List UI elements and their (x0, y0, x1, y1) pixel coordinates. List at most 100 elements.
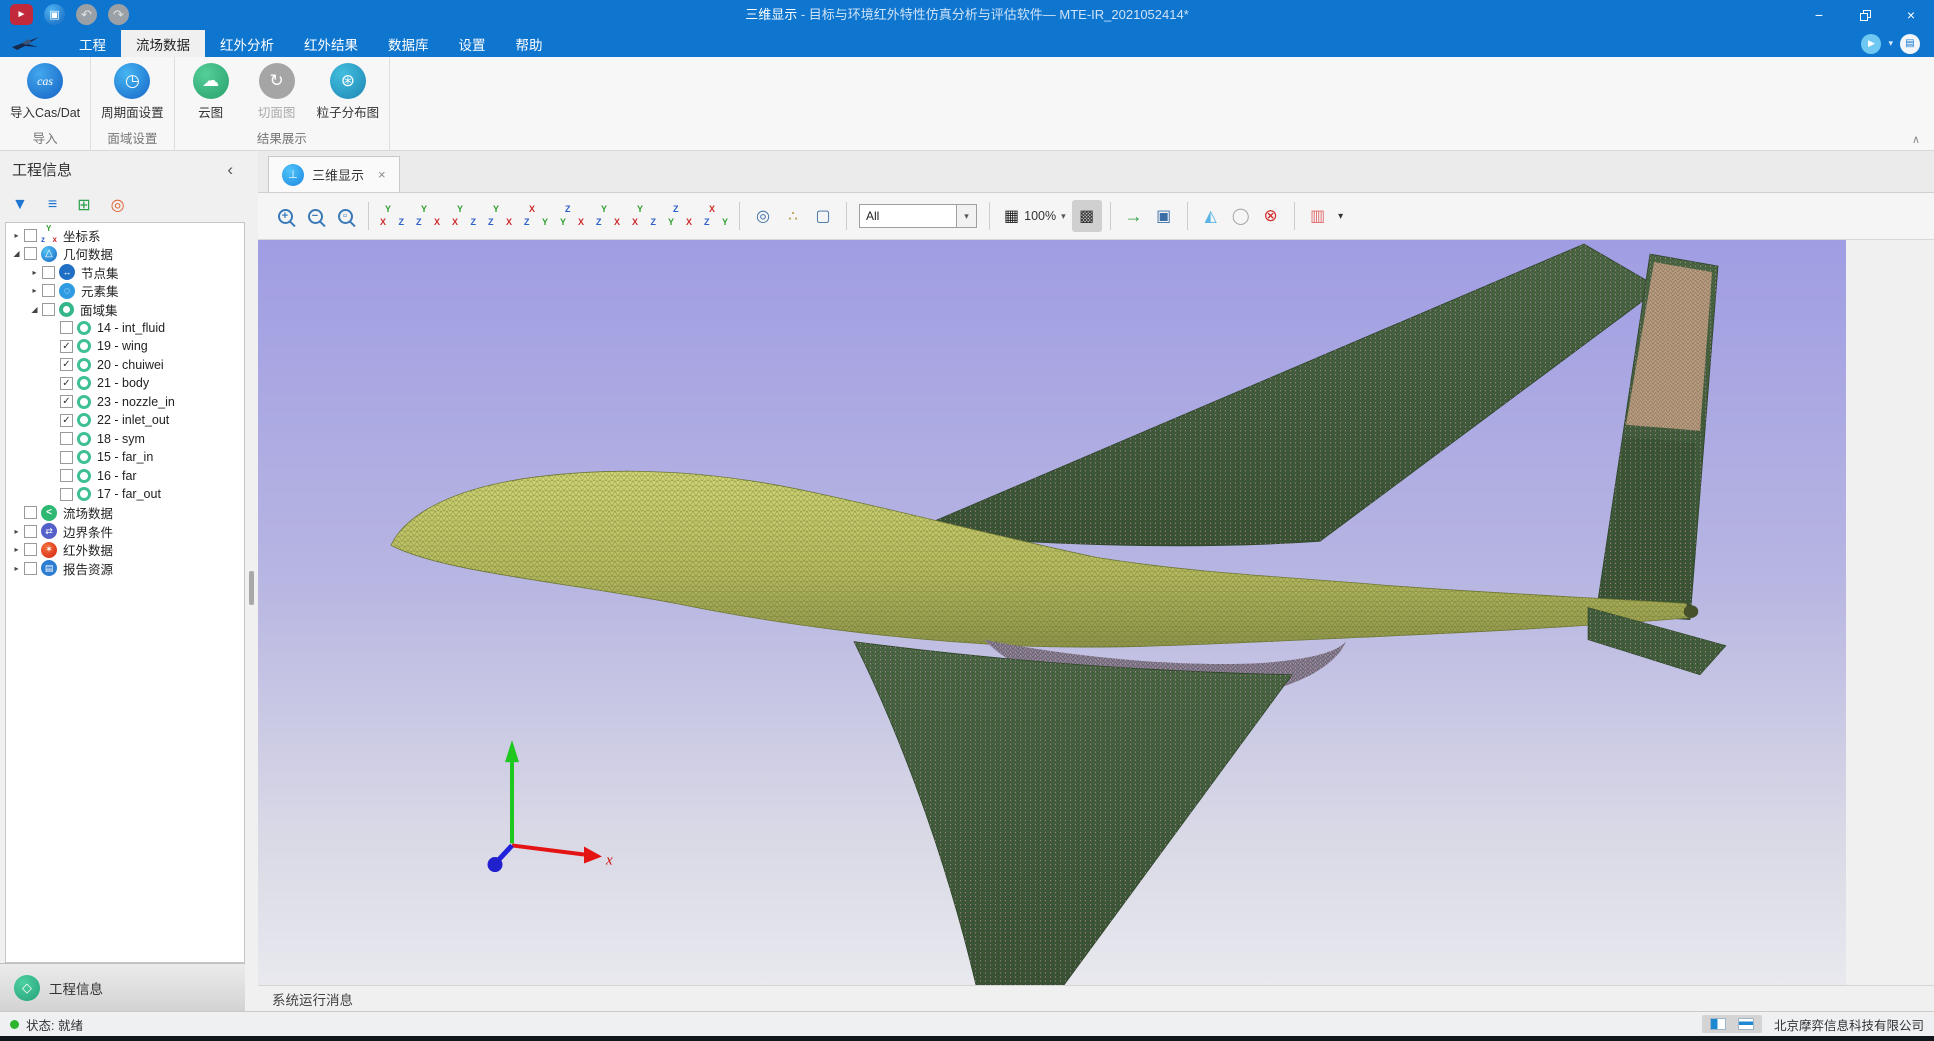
tree-checkbox[interactable] (42, 284, 55, 297)
view-orientation-button-8[interactable]: YXZ (629, 203, 659, 229)
tree-item[interactable]: 15 - far_in (6, 448, 244, 467)
view-orientation-button-7[interactable]: YZX (593, 203, 623, 229)
zoom-in-button[interactable]: + (270, 200, 300, 232)
tree-checkbox[interactable] (42, 303, 55, 316)
theme-caret-icon[interactable]: ▾ (1888, 38, 1893, 49)
box-select-button[interactable]: ▢ (808, 200, 838, 232)
tree-checkbox[interactable] (60, 432, 73, 445)
minimize-button[interactable]: − (1796, 0, 1842, 30)
tree-checkbox[interactable] (24, 543, 37, 556)
theme-icon[interactable]: ▶ (1861, 34, 1881, 54)
menu-item-6[interactable]: 帮助 (501, 30, 558, 57)
tree-expander-icon[interactable]: ◢ (28, 305, 41, 314)
collapse-all-icon[interactable]: ≡ (48, 196, 57, 214)
tree-item[interactable]: <流场数据 (6, 504, 244, 523)
tree-checkbox[interactable] (60, 469, 73, 482)
tree-item[interactable]: ▸✶红外数据 (6, 541, 244, 560)
tree-checkbox[interactable]: ✓ (60, 340, 73, 353)
tree-expander-icon[interactable]: ▸ (28, 286, 41, 295)
tree-checkbox[interactable] (60, 488, 73, 501)
undo-button[interactable]: ↶ (76, 4, 97, 25)
mesh-grid-toggle[interactable]: ▩ (1072, 200, 1102, 232)
tree-checkbox[interactable] (24, 247, 37, 260)
tree-expander-icon[interactable]: ◢ (10, 249, 23, 258)
splitter-handle[interactable] (249, 571, 254, 605)
tree-checkbox[interactable]: ✓ (60, 414, 73, 427)
tree-expander-icon[interactable]: ▸ (10, 545, 23, 554)
perspective-camera-button[interactable]: ◎ (748, 200, 778, 232)
layout-single-icon[interactable] (1738, 1018, 1754, 1030)
tab-close-icon[interactable]: × (378, 167, 386, 182)
tree-item[interactable]: ✓23 - nozzle_in (6, 393, 244, 412)
menu-item-5[interactable]: 设置 (444, 30, 501, 57)
filter-icon[interactable]: ▼ (12, 196, 28, 214)
tree-item[interactable]: 14 - int_fluid (6, 319, 244, 338)
view-orientation-button-1[interactable]: YXZ (377, 203, 407, 229)
menu-item-3[interactable]: 红外结果 (289, 30, 373, 57)
particle-distribution-button[interactable]: ⊛ 粒子分布图 (317, 63, 380, 121)
view-orientation-button-2[interactable]: YZX (413, 203, 443, 229)
display-filter-combo[interactable]: All ▾ (859, 204, 977, 228)
zoom-fit-button[interactable]: ▫ (330, 200, 360, 232)
tree-item[interactable]: ✓19 - wing (6, 337, 244, 356)
view-orientation-button-4[interactable]: YZX (485, 203, 515, 229)
tree-item[interactable]: ◢面域集 (6, 300, 244, 319)
tree-item[interactable]: ▸⇄边界条件 (6, 522, 244, 541)
restore-button[interactable] (1842, 0, 1888, 30)
tree-item[interactable]: ▸↔节点集 (6, 263, 244, 282)
periodic-surface-button[interactable]: ◷ 周期面设置 (101, 63, 164, 121)
ribbon-collapse-button[interactable]: ∧ (1912, 133, 1920, 146)
tree-item[interactable]: ◢△几何数据 (6, 245, 244, 264)
tab-3d-display[interactable]: ⊥ 三维显示 × (268, 156, 400, 192)
view-orientation-button-10[interactable]: XZY (701, 203, 731, 229)
import-cas-dat-button[interactable]: cas 导入Cas/Dat (10, 63, 80, 121)
tree-item[interactable]: ▸▤报告资源 (6, 559, 244, 578)
clear-view-button[interactable]: ⊗ (1256, 200, 1286, 232)
tree-checkbox[interactable]: ✓ (60, 377, 73, 390)
redo-button[interactable]: ↷ (108, 4, 129, 25)
project-panel-tab[interactable]: ◇ 工程信息 (0, 963, 245, 1011)
menu-item-2[interactable]: 红外分析 (205, 30, 289, 57)
view-orientation-button-3[interactable]: YXZ (449, 203, 479, 229)
tree-checkbox[interactable] (24, 525, 37, 538)
tree-checkbox[interactable] (60, 321, 73, 334)
locate-target-icon[interactable]: ◎ (111, 195, 125, 215)
save-button[interactable]: ▣ (44, 4, 65, 25)
zoom-out-button[interactable]: − (300, 200, 330, 232)
help-book-icon[interactable]: ▤ (1900, 34, 1920, 54)
panel-splitter[interactable] (245, 151, 258, 1011)
tree-item[interactable]: ✓20 - chuiwei (6, 356, 244, 375)
tree-expander-icon[interactable]: ▸ (10, 564, 23, 573)
app-logo-icon[interactable]: ► (10, 4, 33, 25)
contour-plot-button[interactable]: ☁ 云图 (185, 63, 237, 121)
opacity-zoom-control[interactable]: ▦ 100% ▾ (998, 200, 1072, 232)
export-view-button[interactable]: → (1119, 200, 1149, 232)
layout-split-icon[interactable] (1710, 1018, 1726, 1030)
tree-item[interactable]: ▸Yzx坐标系 (6, 226, 244, 245)
tree-checkbox[interactable]: ✓ (60, 395, 73, 408)
tree-checkbox[interactable] (24, 229, 37, 242)
snapshot-button[interactable]: ▣ (1149, 200, 1179, 232)
view-orientation-button-9[interactable]: ZYX (665, 203, 695, 229)
tree-checkbox[interactable] (24, 506, 37, 519)
tree-item[interactable]: 16 - far (6, 467, 244, 486)
archive-button[interactable]: ▥ (1303, 200, 1333, 232)
tree-checkbox[interactable] (60, 451, 73, 464)
view-orientation-button-5[interactable]: XZY (521, 203, 551, 229)
menu-item-4[interactable]: 数据库 (373, 30, 444, 57)
tree-checkbox[interactable] (24, 562, 37, 575)
tree-item[interactable]: 18 - sym (6, 430, 244, 449)
tree-expander-icon[interactable]: ▸ (10, 231, 23, 240)
tree-checkbox[interactable] (42, 266, 55, 279)
close-button[interactable]: × (1888, 0, 1934, 30)
tree-item[interactable]: ✓22 - inlet_out (6, 411, 244, 430)
tree-item[interactable]: ▸◌元素集 (6, 282, 244, 301)
menu-item-0[interactable]: 工程 (64, 30, 121, 57)
tree-item[interactable]: ✓21 - body (6, 374, 244, 393)
tree-item[interactable]: 17 - far_out (6, 485, 244, 504)
layout-grid-icon[interactable]: ⊞ (77, 195, 90, 215)
panel-collapse-icon[interactable]: ‹ (227, 160, 233, 180)
view-orientation-button-6[interactable]: ZYX (557, 203, 587, 229)
archive-caret-icon[interactable]: ▾ (1333, 200, 1349, 232)
mirror-view-button[interactable]: ◭ (1196, 200, 1226, 232)
